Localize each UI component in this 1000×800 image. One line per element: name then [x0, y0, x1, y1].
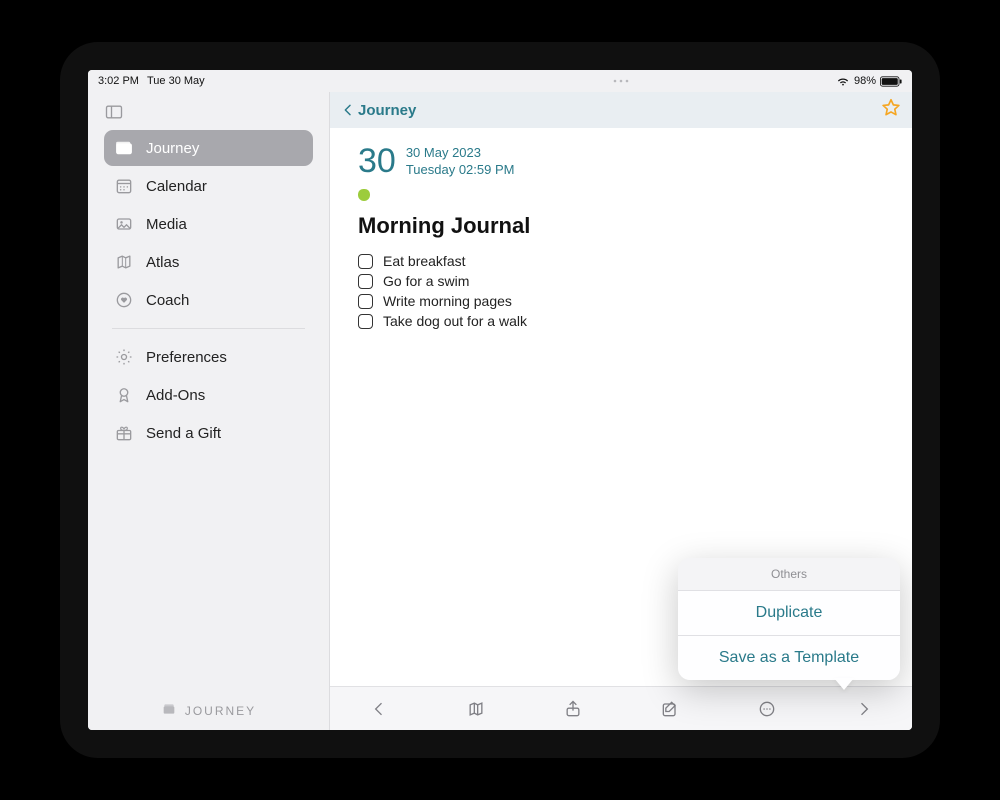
checklist-item[interactable]: Take dog out for a walk — [358, 311, 884, 331]
sidebar-item-label: Media — [146, 216, 187, 233]
topbar: Journey — [330, 92, 912, 128]
toolbar-map-button[interactable] — [451, 694, 501, 724]
sidebar-item-label: Coach — [146, 292, 189, 309]
map-icon — [466, 699, 486, 719]
brand-text: JOURNEY — [185, 704, 256, 718]
entry-date-line1: 30 May 2023 — [406, 145, 515, 161]
sidebar-item-atlas[interactable]: Atlas — [104, 244, 313, 280]
status-time: 3:02 PM — [98, 75, 139, 87]
sidebar-item-addons[interactable]: Add-Ons — [104, 377, 313, 413]
sidebar-item-label: Send a Gift — [146, 425, 221, 442]
breadcrumb-label: Journey — [358, 102, 416, 119]
sidebar-item-label: Journey — [146, 140, 199, 157]
image-icon — [114, 214, 134, 234]
sidebar-nav-primary: Journey Calendar Media — [96, 130, 321, 318]
checkbox-icon[interactable] — [358, 274, 373, 289]
favorite-button[interactable] — [880, 97, 902, 124]
context-menu-popover: Others Duplicate Save as a Template — [678, 558, 900, 680]
heart-circle-icon — [114, 290, 134, 310]
checkbox-icon[interactable] — [358, 254, 373, 269]
checklist-item[interactable]: Eat breakfast — [358, 251, 884, 271]
toolbar-prev-button[interactable] — [354, 694, 404, 724]
chevron-left-icon — [369, 699, 389, 719]
sidebar-footer-brand: JOURNEY — [88, 691, 329, 730]
checklist-item[interactable]: Go for a swim — [358, 271, 884, 291]
sidebar-item-label: Atlas — [146, 254, 179, 271]
popover-arrow — [834, 678, 854, 690]
wallet-icon — [114, 138, 134, 158]
breadcrumb-back[interactable]: Journey — [340, 102, 416, 119]
checklist-item-label: Go for a swim — [383, 273, 469, 289]
sidebar-item-label: Preferences — [146, 349, 227, 366]
sidebar-item-journey[interactable]: Journey — [104, 130, 313, 166]
checkbox-icon[interactable] — [358, 294, 373, 309]
sidebar: Journey Calendar Media — [88, 92, 330, 730]
sidebar-item-media[interactable]: Media — [104, 206, 313, 242]
checklist-item[interactable]: Write morning pages — [358, 291, 884, 311]
more-circle-icon — [757, 699, 777, 719]
sidebar-toggle-icon[interactable] — [104, 102, 124, 122]
chevron-right-icon — [854, 699, 874, 719]
calendar-icon — [114, 176, 134, 196]
chevron-left-icon — [340, 102, 356, 118]
sidebar-item-gift[interactable]: Send a Gift — [104, 415, 313, 451]
toolbar-more-button[interactable] — [742, 694, 792, 724]
checklist-item-label: Eat breakfast — [383, 253, 466, 269]
toolbar-edit-button[interactable] — [645, 694, 695, 724]
toolbar-share-button[interactable] — [548, 694, 598, 724]
gear-icon — [114, 347, 134, 367]
toolbar-next-button[interactable] — [839, 694, 889, 724]
sidebar-item-label: Add-Ons — [146, 387, 205, 404]
sidebar-item-label: Calendar — [146, 178, 207, 195]
popover-item-duplicate[interactable]: Duplicate — [678, 591, 900, 636]
tablet-frame: 3:02 PM Tue 30 May 98% — [60, 42, 940, 758]
popover-item-save-template[interactable]: Save as a Template — [678, 636, 900, 680]
sidebar-item-preferences[interactable]: Preferences — [104, 339, 313, 375]
checkbox-icon[interactable] — [358, 314, 373, 329]
main-pane: Journey 30 30 May 2023 Tuesday 02:59 PM — [330, 92, 912, 730]
checklist: Eat breakfast Go for a swim Write mornin… — [358, 251, 884, 331]
edit-icon — [660, 699, 680, 719]
bottom-toolbar — [330, 686, 912, 730]
sidebar-item-calendar[interactable]: Calendar — [104, 168, 313, 204]
checklist-item-label: Write morning pages — [383, 293, 512, 309]
brand-icon — [161, 701, 177, 720]
map-icon — [114, 252, 134, 272]
ribbon-icon — [114, 385, 134, 405]
status-date: Tue 30 May — [147, 75, 205, 87]
sidebar-item-coach[interactable]: Coach — [104, 282, 313, 318]
more-dots-icon — [330, 70, 912, 92]
screen: 3:02 PM Tue 30 May 98% — [88, 70, 912, 730]
checklist-item-label: Take dog out for a walk — [383, 313, 527, 329]
star-icon — [880, 97, 902, 119]
popover-header: Others — [678, 558, 900, 591]
entry-day-number: 30 — [358, 142, 396, 181]
share-icon — [563, 699, 583, 719]
mood-icon — [358, 189, 370, 201]
entry-title: Morning Journal — [358, 213, 884, 239]
gift-icon — [114, 423, 134, 443]
entry-date-line2: Tuesday 02:59 PM — [406, 162, 515, 178]
sidebar-nav-secondary: Preferences Add-Ons Send — [96, 339, 321, 451]
sidebar-divider — [112, 328, 305, 329]
